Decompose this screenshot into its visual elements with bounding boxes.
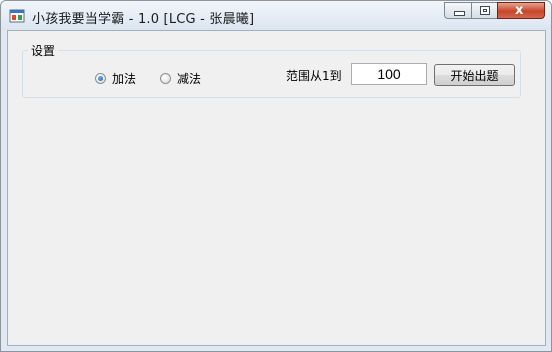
window-title: 小孩我要当学霸 - 1.0 [LCG - 张晨曦] [32,12,255,27]
radio-subtraction-label[interactable]: 减法 [177,70,201,87]
minimize-button[interactable] [444,2,471,19]
radio-addition-label[interactable]: 加法 [112,70,136,87]
radio-subtraction-indicator[interactable] [160,72,171,84]
radio-subtraction[interactable]: 减法 [160,69,201,87]
radio-addition-indicator[interactable] [95,72,106,84]
radio-selected-dot [98,75,103,81]
caption-buttons: x [444,2,545,21]
maximize-button[interactable] [471,2,497,19]
range-max-input[interactable] [351,63,427,85]
start-quiz-button[interactable]: 开始出题 [434,64,515,86]
maximize-icon [480,6,490,15]
settings-group-label: 设置 [28,42,59,59]
client-area: 设置 加法 减法 范围从1到 开始出题 [7,30,546,346]
app-icon [9,9,25,23]
title-bar[interactable]: 小孩我要当学霸 - 1.0 [LCG - 张晨曦] x [1,1,551,30]
app-window: 小孩我要当学霸 - 1.0 [LCG - 张晨曦] x 设置 加法 减法 范围从… [0,0,552,352]
range-label: 范围从1到 [286,69,342,83]
minimize-icon [454,11,465,16]
radio-addition[interactable]: 加法 [95,69,136,87]
close-button[interactable]: x [497,2,545,19]
close-icon: x [515,3,524,18]
